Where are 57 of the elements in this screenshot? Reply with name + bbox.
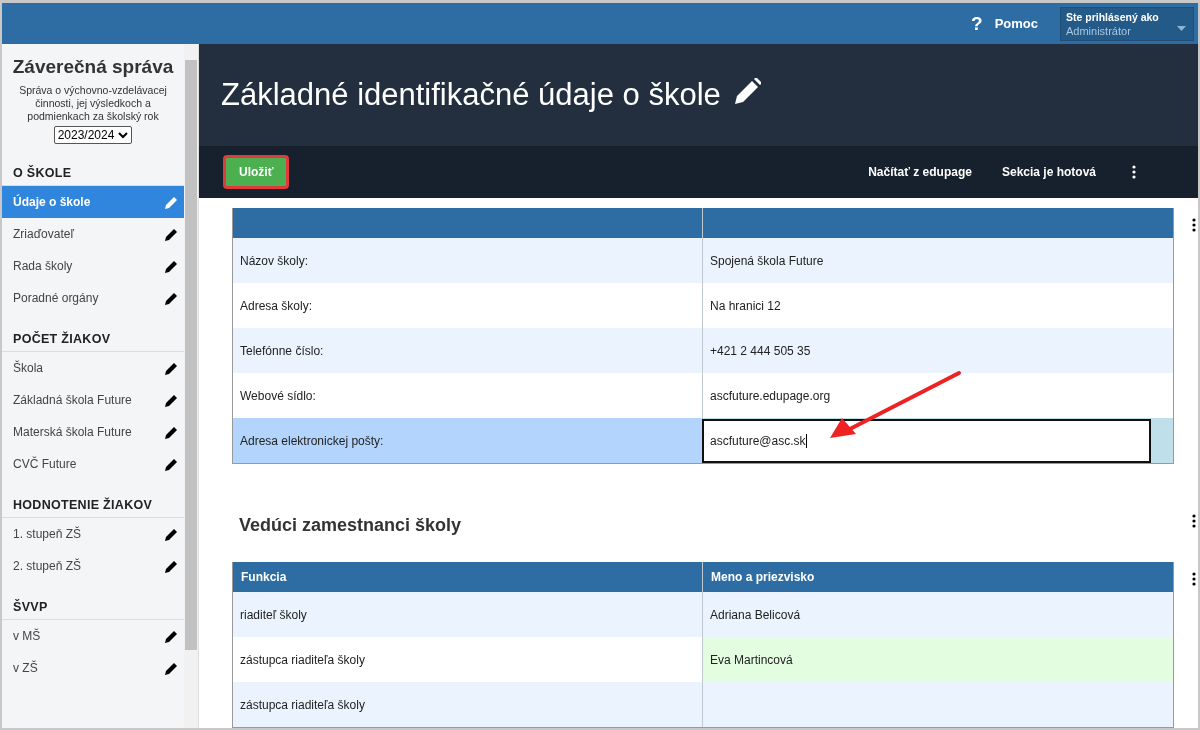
sidebar-item[interactable]: Rada školy xyxy=(2,250,184,283)
section-title: Vedúci zamestnanci školy xyxy=(239,513,462,536)
pencil-icon xyxy=(165,527,178,541)
more-icon[interactable] xyxy=(1132,165,1136,179)
help-icon[interactable]: ? xyxy=(971,12,983,35)
table-cell: ascfuture.edupage.org xyxy=(710,388,831,403)
table-cell: Na hranici 12 xyxy=(710,298,781,313)
table-cell: +421 2 444 505 35 xyxy=(710,343,811,358)
year-select[interactable]: 2023/2024 xyxy=(53,126,133,145)
pencil-icon xyxy=(165,195,178,209)
user-dropdown[interactable]: Ste prihlásený ako Administrátor xyxy=(1060,6,1194,41)
table-cell: Eva Martincová xyxy=(703,637,1173,682)
pencil-icon xyxy=(165,425,178,439)
more-icon[interactable] xyxy=(1192,514,1196,528)
sidebar-item[interactable]: Základná škola Future xyxy=(2,384,184,417)
scrollbar[interactable] xyxy=(184,44,198,728)
toolbar-action[interactable]: Načítať z edupage xyxy=(868,165,972,179)
toolbar-action[interactable]: Sekcia je hotová xyxy=(1001,165,1096,179)
table-row[interactable]: Názov školy: Spojená škola Future xyxy=(233,238,1173,283)
sidebar-item[interactable]: v ZŠ xyxy=(2,652,184,685)
sidebar-subtitle: Správa o výchovno-vzdelávacej činnosti, jej výsledkoch a podmienkach za školský rok xyxy=(18,84,168,124)
pencil-icon xyxy=(165,259,178,273)
pencil-icon xyxy=(165,361,178,375)
caret-icon xyxy=(1177,25,1186,31)
sidebar-item[interactable]: Škola xyxy=(2,352,184,385)
pencil-icon xyxy=(165,393,178,407)
sidebar-item[interactable]: Materská škola Future xyxy=(2,416,184,449)
sidebar-item[interactable]: v MŠ xyxy=(2,620,184,653)
more-icon[interactable] xyxy=(1192,572,1196,586)
column-header: Meno a priezvisko xyxy=(710,569,816,586)
table-cell-text: Adriana Belicová xyxy=(709,606,802,624)
pencil-icon xyxy=(165,227,178,241)
user-caption: Ste prihlásený ako xyxy=(1066,10,1160,23)
table-cell: Spojená škola Future xyxy=(710,253,824,268)
pencil-icon xyxy=(165,457,178,471)
table-cell: zástupca riaditeľa školy xyxy=(233,682,703,727)
sidebar-item[interactable]: 1. stupeň ZŠ xyxy=(2,518,184,551)
sidebar-item[interactable]: 2. stupeň ZŠ xyxy=(2,550,184,583)
pencil-icon xyxy=(165,629,178,643)
user-role: Administrátor xyxy=(1066,24,1131,37)
pencil-icon[interactable] xyxy=(734,78,761,104)
sidebar-item[interactable]: CVČ Future xyxy=(2,448,184,481)
sidebar-item[interactable]: Údaje o škole xyxy=(2,186,184,219)
help-link[interactable]: Pomoc xyxy=(994,16,1038,31)
pencil-icon xyxy=(165,291,178,305)
table-row[interactable]: Adresa elektronickej pošty: ascfuture@asc.sk xyxy=(233,418,1173,463)
page-title: Základné identifikačné údaje o škole xyxy=(221,77,721,113)
more-icon[interactable] xyxy=(1192,218,1196,232)
pencil-icon xyxy=(165,559,178,573)
sidebar-item[interactable]: Poradné orgány xyxy=(2,282,184,315)
input-field[interactable]: ascfuture@asc.sk xyxy=(702,418,1151,463)
scrollbar-thumb[interactable] xyxy=(185,60,197,650)
pencil-icon xyxy=(165,661,178,675)
sidebar-item[interactable]: Zriaďovateľ xyxy=(2,218,184,251)
table-row[interactable]: Telefónne číslo: +421 2 444 505 35 xyxy=(233,328,1173,373)
chevron-icon xyxy=(118,131,129,139)
sidebar-title: Záverečná správa xyxy=(11,56,175,78)
